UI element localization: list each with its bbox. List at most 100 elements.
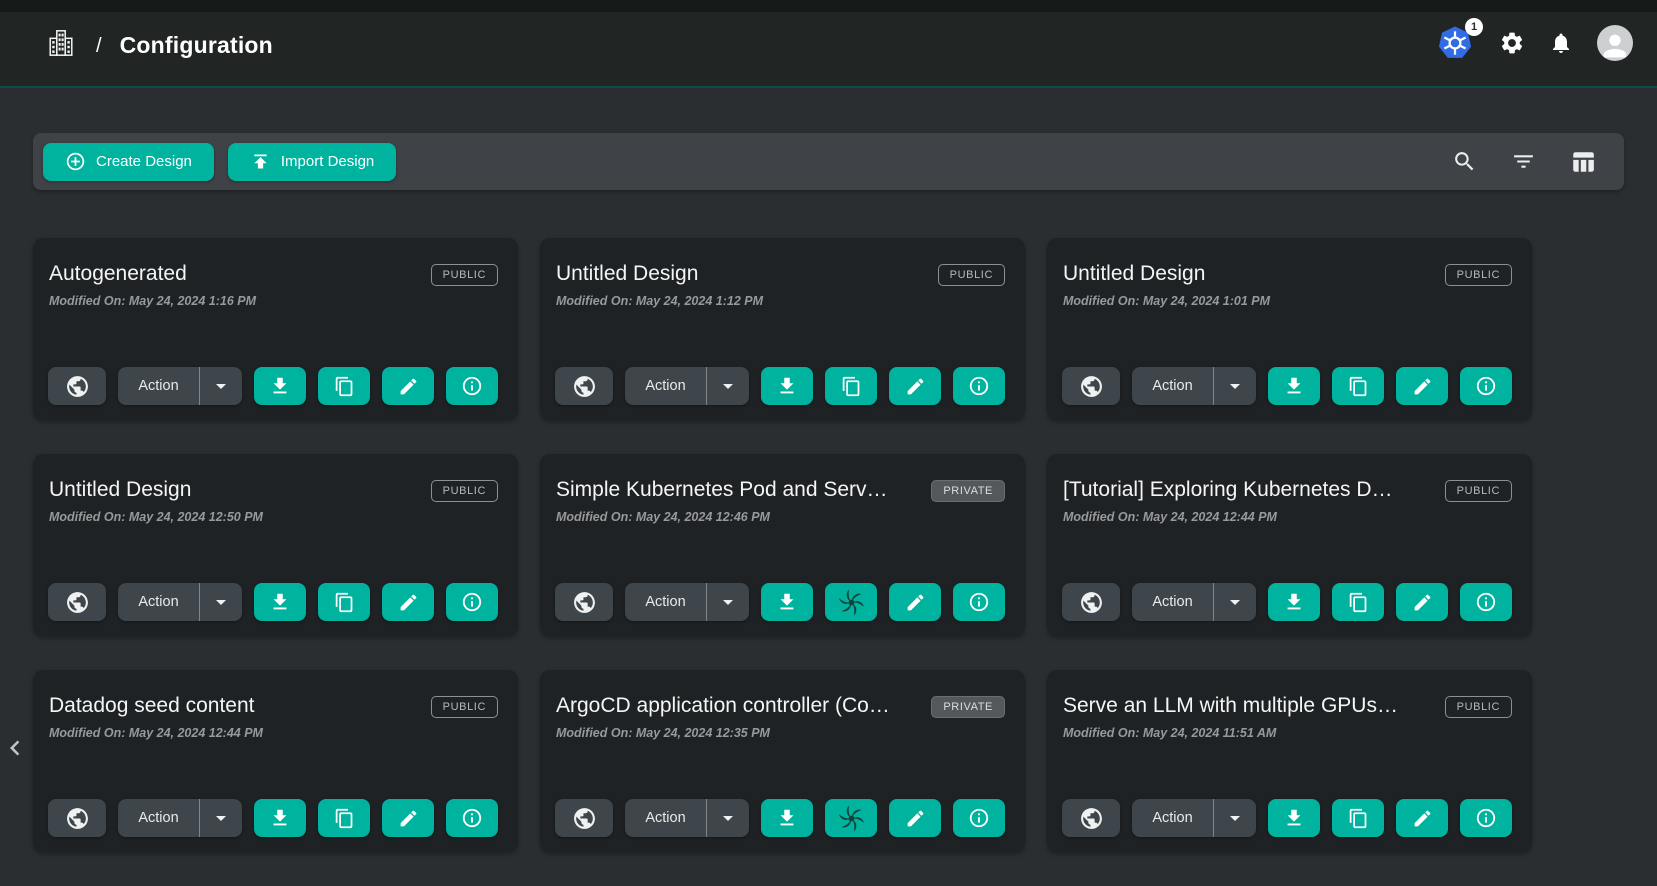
action-button[interactable]: Action: [625, 799, 707, 837]
globe-icon: [65, 374, 90, 399]
action-dropdown-toggle[interactable]: [707, 583, 749, 621]
design-card[interactable]: Datadog seed content PUBLIC Modified On:…: [33, 670, 518, 852]
clone-button[interactable]: [1332, 799, 1384, 837]
visibility-globe-button[interactable]: [48, 799, 106, 837]
card-action-row: Action: [555, 799, 1010, 837]
info-button[interactable]: [1460, 367, 1512, 405]
visibility-globe-button[interactable]: [555, 367, 613, 405]
action-button[interactable]: Action: [118, 799, 200, 837]
card-header: Serve an LLM with multiple GPUs… PUBLIC: [1062, 694, 1512, 718]
edit-button[interactable]: [889, 583, 941, 621]
filter-button[interactable]: [1511, 149, 1536, 174]
download-button[interactable]: [761, 367, 813, 405]
swirl-button[interactable]: [825, 583, 877, 621]
action-dropdown-toggle[interactable]: [707, 367, 749, 405]
visibility-globe-button[interactable]: [48, 583, 106, 621]
visibility-badge: PUBLIC: [431, 264, 498, 286]
clone-button[interactable]: [318, 799, 370, 837]
modified-on-text: Modified On: May 24, 2024 1:16 PM: [48, 294, 498, 308]
action-dropdown-toggle[interactable]: [200, 799, 242, 837]
action-button[interactable]: Action: [118, 367, 200, 405]
info-button[interactable]: [953, 367, 1005, 405]
action-dropdown-toggle[interactable]: [1214, 367, 1256, 405]
download-button[interactable]: [761, 799, 813, 837]
download-button[interactable]: [1268, 799, 1320, 837]
avatar[interactable]: [1597, 25, 1633, 61]
design-card[interactable]: Serve an LLM with multiple GPUs… PUBLIC …: [1047, 670, 1532, 852]
info-button[interactable]: [446, 367, 498, 405]
visibility-globe-button[interactable]: [555, 799, 613, 837]
table-view-button[interactable]: [1570, 149, 1596, 175]
visibility-globe-button[interactable]: [1062, 367, 1120, 405]
download-button[interactable]: [1268, 367, 1320, 405]
download-button[interactable]: [254, 799, 306, 837]
download-button[interactable]: [1268, 583, 1320, 621]
person-icon: [1598, 25, 1632, 61]
design-card[interactable]: Untitled Design PUBLIC Modified On: May …: [540, 238, 1025, 420]
edit-button[interactable]: [889, 799, 941, 837]
download-button[interactable]: [254, 367, 306, 405]
visibility-globe-button[interactable]: [1062, 583, 1120, 621]
edit-button[interactable]: [1396, 583, 1448, 621]
design-card[interactable]: Simple Kubernetes Pod and Serv… PRIVATE …: [540, 454, 1025, 636]
action-button[interactable]: Action: [625, 367, 707, 405]
clone-icon: [841, 376, 862, 397]
edit-button[interactable]: [1396, 367, 1448, 405]
design-title: Untitled Design: [1063, 262, 1205, 286]
organization-building-icon[interactable]: [46, 26, 76, 60]
action-button[interactable]: Action: [625, 583, 707, 621]
visibility-globe-button[interactable]: [555, 583, 613, 621]
notifications-button[interactable]: [1549, 31, 1573, 55]
swirl-icon: [838, 589, 865, 616]
action-dropdown-toggle[interactable]: [200, 367, 242, 405]
action-button[interactable]: Action: [118, 583, 200, 621]
create-design-button[interactable]: Create Design: [43, 143, 214, 181]
chevron-left-icon: [0, 733, 30, 763]
info-button[interactable]: [1460, 583, 1512, 621]
design-card[interactable]: [Tutorial] Exploring Kubernetes D… PUBLI…: [1047, 454, 1532, 636]
action-button[interactable]: Action: [1132, 799, 1214, 837]
visibility-globe-button[interactable]: [1062, 799, 1120, 837]
edit-button[interactable]: [382, 583, 434, 621]
edit-button[interactable]: [382, 799, 434, 837]
kubernetes-context-button[interactable]: 1: [1437, 24, 1475, 62]
action-split-button: Action: [1132, 799, 1256, 837]
visibility-globe-button[interactable]: [48, 367, 106, 405]
action-button[interactable]: Action: [1132, 367, 1214, 405]
edit-button[interactable]: [382, 367, 434, 405]
search-button[interactable]: [1452, 149, 1477, 174]
design-card[interactable]: Autogenerated PUBLIC Modified On: May 24…: [33, 238, 518, 420]
clone-button[interactable]: [318, 583, 370, 621]
action-dropdown-toggle[interactable]: [1214, 583, 1256, 621]
sidebar-collapse-handle[interactable]: [0, 733, 30, 763]
clone-button[interactable]: [1332, 367, 1384, 405]
search-icon: [1452, 149, 1477, 174]
globe-icon: [572, 590, 597, 615]
action-button[interactable]: Action: [1132, 583, 1214, 621]
edit-button[interactable]: [889, 367, 941, 405]
action-dropdown-toggle[interactable]: [200, 583, 242, 621]
info-button[interactable]: [446, 799, 498, 837]
info-button[interactable]: [446, 583, 498, 621]
pencil-icon: [905, 592, 926, 613]
download-button[interactable]: [254, 583, 306, 621]
visibility-badge: PUBLIC: [1445, 696, 1512, 718]
settings-button[interactable]: [1499, 30, 1525, 56]
design-card[interactable]: ArgoCD application controller (Co… PRIVA…: [540, 670, 1025, 852]
info-button[interactable]: [953, 799, 1005, 837]
import-design-button[interactable]: Import Design: [228, 143, 396, 181]
swirl-button[interactable]: [825, 799, 877, 837]
action-dropdown-toggle[interactable]: [1214, 799, 1256, 837]
download-button[interactable]: [761, 583, 813, 621]
design-card[interactable]: Untitled Design PUBLIC Modified On: May …: [33, 454, 518, 636]
clone-button[interactable]: [825, 367, 877, 405]
info-button[interactable]: [953, 583, 1005, 621]
pencil-icon: [1412, 808, 1433, 829]
action-dropdown-toggle[interactable]: [707, 799, 749, 837]
clone-button[interactable]: [1332, 583, 1384, 621]
caret-down-icon: [716, 590, 740, 614]
design-card[interactable]: Untitled Design PUBLIC Modified On: May …: [1047, 238, 1532, 420]
info-button[interactable]: [1460, 799, 1512, 837]
edit-button[interactable]: [1396, 799, 1448, 837]
clone-button[interactable]: [318, 367, 370, 405]
